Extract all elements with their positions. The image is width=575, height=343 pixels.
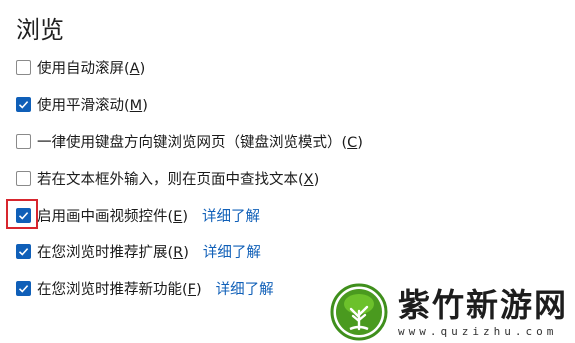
section-title: 浏览 (16, 16, 64, 44)
option-label: 在您浏览时推荐新功能(F) (37, 281, 202, 298)
checkbox-checked[interactable] (16, 243, 31, 259)
option-label: 在您浏览时推荐扩展(R) (37, 244, 189, 261)
checkbox-checked[interactable] (16, 96, 31, 112)
option-caret-browsing[interactable]: 一律使用键盘方向键浏览网页（键盘浏览模式）(C) (16, 129, 363, 153)
watermark-url: www.quzizhu.com (398, 324, 558, 338)
option-label: 启用画中画视频控件(E) (37, 208, 188, 225)
option-recommend-extensions[interactable]: 在您浏览时推荐扩展(R) 详细了解 (16, 239, 261, 263)
option-find-on-type[interactable]: 若在文本框外输入，则在页面中查找文本(X) (16, 166, 319, 190)
checkbox-checked[interactable] (16, 280, 31, 296)
learn-more-link[interactable]: 详细了解 (216, 278, 274, 299)
watermark: 紫竹新游网 www.quzizhu.com (330, 283, 568, 341)
checkmark-icon (18, 284, 29, 293)
checkbox[interactable] (16, 133, 31, 149)
checkbox[interactable] (16, 170, 31, 186)
option-label: 使用平滑滚动(M) (37, 97, 148, 114)
option-recommend-features[interactable]: 在您浏览时推荐新功能(F) 详细了解 (16, 276, 274, 300)
learn-more-link[interactable]: 详细了解 (203, 241, 261, 262)
checkmark-icon (18, 247, 29, 256)
checkmark-icon (18, 100, 29, 109)
tree-logo-icon (330, 283, 388, 341)
option-label: 使用自动滚屏(A) (37, 60, 146, 77)
watermark-name: 紫竹新游网 (398, 285, 569, 324)
learn-more-link[interactable]: 详细了解 (202, 205, 260, 226)
option-label: 一律使用键盘方向键浏览网页（键盘浏览模式）(C) (37, 134, 363, 151)
option-pip-controls[interactable]: 启用画中画视频控件(E) 详细了解 (16, 203, 260, 227)
option-smooth-scroll[interactable]: 使用平滑滚动(M) (16, 92, 148, 116)
highlight-box (6, 199, 38, 229)
option-auto-scroll[interactable]: 使用自动滚屏(A) (16, 55, 145, 79)
option-label: 若在文本框外输入，则在页面中查找文本(X) (37, 171, 320, 188)
checkbox[interactable] (16, 59, 31, 75)
